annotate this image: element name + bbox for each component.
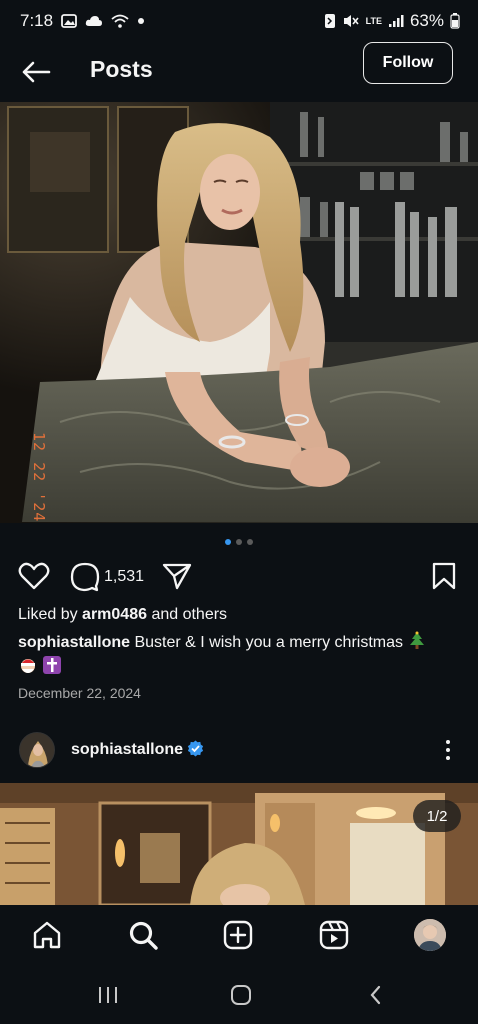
carousel-dot [236,539,242,545]
battery-icon [450,13,460,29]
like-button[interactable] [18,562,50,590]
network-label: LTE [365,15,382,26]
nfc-icon [324,13,336,29]
comment-button[interactable]: 1,531 [70,562,144,592]
reels-icon [319,920,349,950]
more-vertical-icon [446,740,450,744]
follow-button[interactable]: Follow [363,42,453,84]
home-circle-icon [231,985,251,1005]
next-post-photo [0,783,478,905]
bookmark-icon [432,562,456,590]
back-button[interactable] [18,54,54,90]
cloud-icon [85,14,103,28]
recent-apps-icon [99,987,117,1003]
system-navigation [0,965,478,1024]
chevron-left-icon [370,985,381,1005]
image-counter: 1/2 [413,800,461,832]
image-date-stamp: 12 22 '24 [30,432,48,523]
gallery-icon [61,14,77,28]
comment-icon [70,562,100,592]
home-system-button[interactable] [226,981,256,1009]
caption-text: Buster & I wish you a merry christmas [130,634,408,651]
verified-badge-icon [187,740,204,762]
santa-icon [18,655,38,675]
arrow-left-icon [22,61,51,83]
likes-user-link[interactable]: arm0486 [82,606,147,623]
search-icon [129,921,158,950]
nav-create[interactable] [222,919,254,951]
next-post-username[interactable]: sophiastallone [71,740,204,762]
carousel-dot [247,539,253,545]
christmas-tree-icon [407,631,427,651]
caption-username[interactable]: sophiastallone [18,634,130,651]
post-photo [0,102,478,523]
share-button[interactable] [162,562,192,590]
next-post-image[interactable] [0,783,478,905]
status-time: 7:18 [20,11,54,30]
nav-profile[interactable] [414,919,446,951]
profile-avatar [414,919,446,951]
carousel-dots [0,539,478,545]
save-button[interactable] [432,562,456,590]
nav-home[interactable] [31,919,63,951]
page-title: Posts [90,56,153,82]
page-header: Posts Follow [0,42,478,102]
signal-icon [388,14,404,28]
next-post-header: sophiastallone [0,730,478,770]
recent-apps-button[interactable] [93,981,123,1009]
more-options-button[interactable] [436,736,460,764]
notification-dot-icon [137,17,145,25]
status-bar: 7:18 LTE 63% [0,0,478,42]
battery-percent: 63% [409,11,444,30]
plus-square-icon [223,920,253,950]
bottom-navigation [0,905,478,965]
likes-prefix: Liked by [18,606,83,623]
carousel-dot-active [225,539,231,545]
send-icon [162,563,192,590]
back-system-button[interactable] [361,981,391,1009]
heart-icon [18,562,50,590]
latin-cross-icon [42,655,62,675]
nav-reels[interactable] [318,919,350,951]
home-icon [33,921,61,949]
likes-suffix[interactable]: and others [147,606,227,623]
caption: sophiastallone Buster & I wish you a mer… [18,631,458,679]
avatar[interactable] [19,732,55,768]
likes-line: Liked by arm0486 and others [18,606,227,624]
wifi-icon [111,14,129,28]
mute-icon [342,13,360,29]
post-actions: 1,531 [0,560,478,596]
username-text: sophiastallone [71,741,184,758]
comment-count: 1,531 [104,568,145,585]
nav-search[interactable] [127,919,159,951]
post-date: December 22, 2024 [18,685,141,701]
post-image[interactable]: 12 22 '24 [0,102,478,523]
